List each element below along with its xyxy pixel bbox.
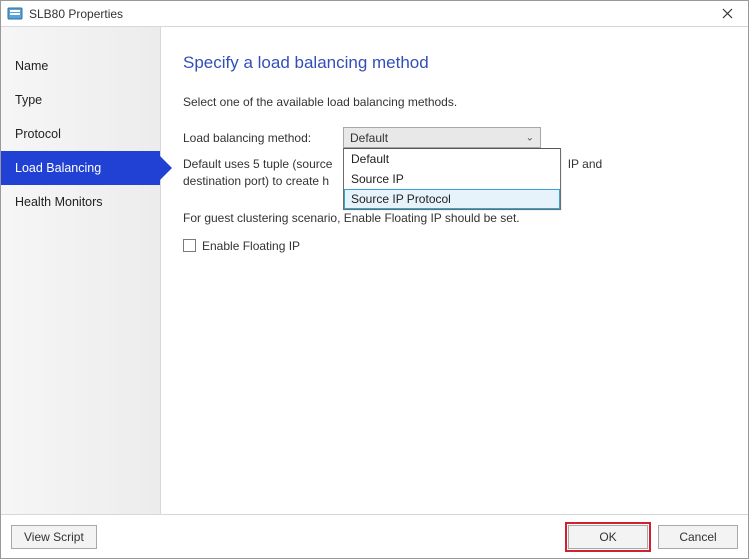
sidebar: Name Type Protocol Load Balancing Health… xyxy=(1,27,161,514)
button-label: View Script xyxy=(24,530,84,544)
view-script-button[interactable]: View Script xyxy=(11,525,97,549)
method-combobox[interactable]: Default ⌄ xyxy=(343,127,541,148)
method-label: Load balancing method: xyxy=(183,131,343,145)
chevron-down-icon: ⌄ xyxy=(526,132,534,143)
cancel-button[interactable]: Cancel xyxy=(658,525,738,549)
method-option-source-ip[interactable]: Source IP xyxy=(344,169,560,189)
method-option-source-ip-protocol[interactable]: Source IP Protocol xyxy=(344,189,560,209)
method-dropdown: Default Source IP Source IP Protocol xyxy=(343,148,561,210)
floating-ip-note: For guest clustering scenario, Enable Fl… xyxy=(183,211,718,225)
button-label: Cancel xyxy=(679,530,716,544)
method-row: Load balancing method: Default ⌄ Default… xyxy=(183,127,718,148)
sidebar-item-label: Health Monitors xyxy=(15,195,103,209)
dialog-footer: View Script OK Cancel xyxy=(1,514,748,558)
page-title: Specify a load balancing method xyxy=(183,53,718,73)
content-pane: Specify a load balancing method Select o… xyxy=(161,27,748,514)
sidebar-item-type[interactable]: Type xyxy=(1,83,160,117)
titlebar: SLB80 Properties xyxy=(1,1,748,27)
close-button[interactable] xyxy=(710,2,744,26)
floating-ip-row: Enable Floating IP xyxy=(183,239,718,253)
floating-ip-label: Enable Floating IP xyxy=(202,239,300,253)
app-icon xyxy=(7,6,23,22)
window-title: SLB80 Properties xyxy=(29,7,710,21)
button-label: OK xyxy=(599,530,616,544)
properties-dialog: SLB80 Properties Name Type Protocol Load… xyxy=(0,0,749,559)
method-option-label: Default xyxy=(351,152,389,166)
sidebar-item-label: Protocol xyxy=(15,127,61,141)
method-option-label: Source IP Protocol xyxy=(351,192,451,206)
desc-fragment: IP and xyxy=(568,157,602,171)
sidebar-item-name[interactable]: Name xyxy=(1,49,160,83)
method-option-label: Source IP xyxy=(351,172,404,186)
sidebar-item-label: Load Balancing xyxy=(15,161,101,175)
sidebar-item-label: Name xyxy=(15,59,48,73)
method-option-default[interactable]: Default xyxy=(344,149,560,169)
floating-ip-checkbox[interactable] xyxy=(183,239,196,252)
desc-fragment: destination port) to create h xyxy=(183,174,329,188)
sidebar-item-health-monitors[interactable]: Health Monitors xyxy=(1,185,160,219)
dialog-body: Name Type Protocol Load Balancing Health… xyxy=(1,27,748,514)
sidebar-item-protocol[interactable]: Protocol xyxy=(1,117,160,151)
desc-fragment: Default uses 5 tuple (source xyxy=(183,156,343,173)
page-subtitle: Select one of the available load balanci… xyxy=(183,95,718,109)
ok-button[interactable]: OK xyxy=(568,525,648,549)
sidebar-item-label: Type xyxy=(15,93,42,107)
method-selected-value: Default xyxy=(350,131,388,145)
close-icon xyxy=(722,8,733,19)
sidebar-item-load-balancing[interactable]: Load Balancing xyxy=(1,151,160,185)
